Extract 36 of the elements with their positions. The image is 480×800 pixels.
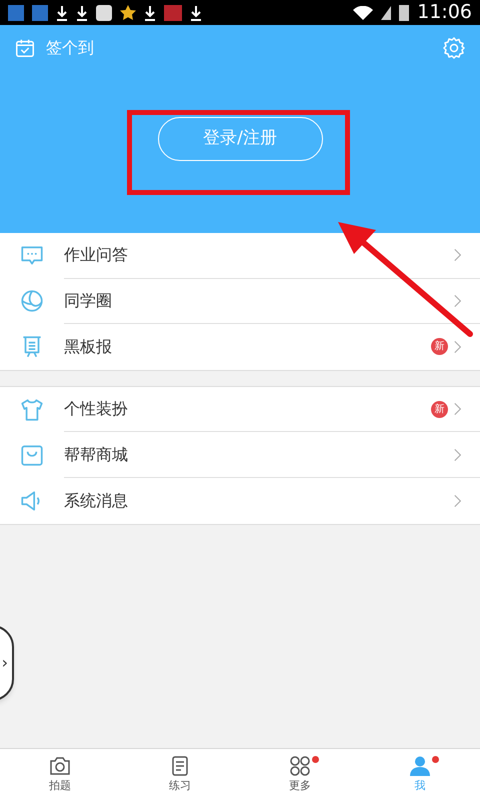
menu-item[interactable]: 帮帮商城 [64, 432, 480, 478]
new-badge: 新 [431, 338, 448, 356]
chevron-right-icon [454, 402, 462, 416]
app-notification-icon [164, 4, 182, 20]
download-icon [144, 4, 156, 20]
app-notification-icon [32, 4, 48, 20]
download-icon [56, 4, 68, 20]
floating-side-handle[interactable]: › [0, 625, 14, 701]
t-shirt-icon [19, 396, 45, 423]
four-circles-icon [288, 754, 312, 778]
settings-icon[interactable] [442, 36, 466, 60]
calendar-check-icon [14, 37, 36, 59]
clock-time: 11:06 [417, 0, 472, 26]
new-badge: 新 [431, 400, 448, 418]
chevron-right-icon [454, 448, 462, 462]
battery-icon [399, 4, 410, 20]
nav-tab[interactable]: 练习 [120, 749, 240, 800]
app-notification-icon [96, 4, 112, 20]
person-icon [408, 754, 432, 778]
signal-icon [381, 6, 392, 20]
wifi-icon [353, 6, 374, 20]
download-icon [190, 4, 202, 20]
circle-swirl-icon [19, 288, 45, 314]
menu-item[interactable]: 系统消息 [64, 478, 480, 524]
star-icon [120, 4, 136, 20]
nav-tab[interactable]: 更多 [240, 749, 360, 800]
download-icon [76, 4, 88, 20]
chevron-right-icon [454, 494, 462, 508]
nav-tab[interactable]: 拍题 [0, 749, 120, 800]
app-notification-icon [8, 4, 24, 20]
chevron-right-icon [454, 248, 462, 262]
chevron-right-icon [454, 340, 462, 354]
menu-item[interactable]: 个性装扮 新 [64, 386, 480, 432]
menu-item[interactable]: 黑板报 新 [64, 324, 480, 370]
menu-item[interactable]: 同学圈 [64, 278, 480, 324]
chevron-right-icon [454, 294, 462, 308]
